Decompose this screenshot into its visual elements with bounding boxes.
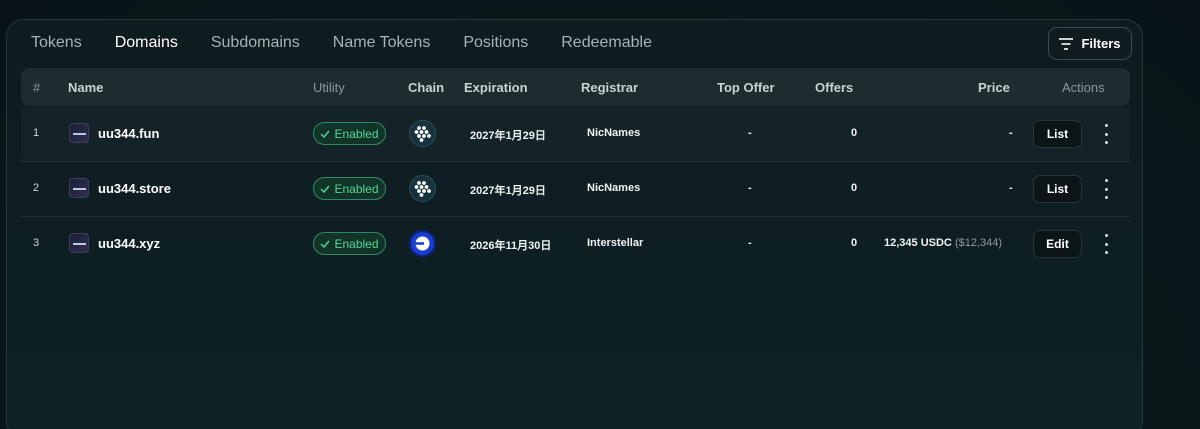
row-index: 2 xyxy=(33,182,40,194)
price-usd: ($12,344) xyxy=(954,237,1003,249)
col-chain: Chain xyxy=(408,80,445,95)
price-amount: 12,345 USDC xyxy=(884,237,952,249)
table-row[interactable]: 2 uu344.store Enabled 2027年1月29日 NicName… xyxy=(21,162,1130,217)
domain-name[interactable]: uu344.fun xyxy=(98,126,159,141)
top-offer-value: - xyxy=(748,127,752,139)
dots-chain-icon xyxy=(409,120,436,147)
offers-count: 0 xyxy=(851,127,858,139)
utility-label: Enabled xyxy=(334,236,379,251)
registrar-name: NicNames xyxy=(587,127,641,139)
price-value: - xyxy=(1009,182,1013,194)
col-index: # xyxy=(33,80,41,95)
utility-label: Enabled xyxy=(334,181,379,196)
list-button[interactable]: List xyxy=(1033,120,1082,148)
col-expiration[interactable]: Expiration xyxy=(464,80,528,95)
table-row[interactable]: 1 uu344.fun Enabled 2027年1月29日 NicNames … xyxy=(21,107,1130,162)
expiration-date: 2027年1月29日 xyxy=(470,185,546,197)
offers-count: 0 xyxy=(851,182,858,194)
more-options-icon[interactable] xyxy=(1101,124,1111,144)
filter-icon xyxy=(1059,37,1074,50)
utility-badge: Enabled xyxy=(313,232,386,255)
tab-tokens[interactable]: Tokens xyxy=(31,34,82,54)
table-row[interactable]: 3 uu344.xyz Enabled 2026年11月30日 Interste… xyxy=(21,217,1130,272)
col-actions: Actions xyxy=(1062,80,1105,95)
col-registrar: Registrar xyxy=(581,80,639,95)
col-top-offer[interactable]: Top Offer xyxy=(717,80,775,95)
row-index: 1 xyxy=(33,127,40,139)
edit-button[interactable]: Edit xyxy=(1033,230,1082,258)
domain-thumbnail xyxy=(69,178,89,198)
domain-thumbnail xyxy=(69,123,89,143)
filters-label: Filters xyxy=(1081,36,1121,51)
more-options-icon[interactable] xyxy=(1101,234,1111,254)
top-offer-value: - xyxy=(748,182,752,194)
price-value: 12,345 USDC ($12,344) xyxy=(884,237,1002,249)
tab-bar: Tokens Domains Subdomains Name Tokens Po… xyxy=(31,34,685,54)
tab-redeemable[interactable]: Redeemable xyxy=(561,34,652,54)
base-chain-icon xyxy=(409,230,436,257)
tab-domains[interactable]: Domains xyxy=(115,34,178,54)
check-icon xyxy=(320,240,331,248)
col-offers[interactable]: Offers xyxy=(815,80,853,95)
offers-count: 0 xyxy=(851,237,858,249)
check-icon xyxy=(320,185,331,193)
registrar-name: NicNames xyxy=(587,182,641,194)
registrar-name: Interstellar xyxy=(587,237,644,249)
price-value: - xyxy=(1009,127,1013,139)
col-name[interactable]: Name xyxy=(68,80,103,95)
top-offer-value: - xyxy=(748,237,752,249)
utility-badge: Enabled xyxy=(313,122,386,145)
domains-panel: Tokens Domains Subdomains Name Tokens Po… xyxy=(6,19,1143,429)
dots-chain-icon xyxy=(409,175,436,202)
row-index: 3 xyxy=(33,237,40,249)
tab-positions[interactable]: Positions xyxy=(463,34,528,54)
col-utility: Utility xyxy=(313,80,345,95)
col-price[interactable]: Price xyxy=(978,80,1010,95)
utility-badge: Enabled xyxy=(313,177,386,200)
domain-name[interactable]: uu344.xyz xyxy=(98,236,160,251)
tab-name-tokens[interactable]: Name Tokens xyxy=(333,34,431,54)
filters-button[interactable]: Filters xyxy=(1048,27,1132,60)
expiration-date: 2027年1月29日 xyxy=(470,130,546,142)
table-header: # Name Utility Chain Expiration Registra… xyxy=(21,68,1130,106)
tab-subdomains[interactable]: Subdomains xyxy=(211,34,300,54)
domain-name[interactable]: uu344.store xyxy=(98,181,171,196)
utility-label: Enabled xyxy=(334,126,379,141)
expiration-date: 2026年11月30日 xyxy=(470,240,552,252)
list-button[interactable]: List xyxy=(1033,175,1082,203)
domain-thumbnail xyxy=(69,233,89,253)
more-options-icon[interactable] xyxy=(1101,179,1111,199)
check-icon xyxy=(320,130,331,138)
